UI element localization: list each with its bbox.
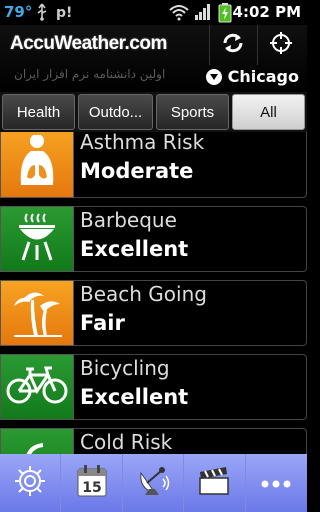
- grill-icon: [15, 212, 59, 266]
- tab-outdoor[interactable]: Outdo...: [78, 94, 153, 130]
- locate-button[interactable]: [257, 25, 304, 65]
- temperature-indicator: 79°: [4, 3, 33, 21]
- video-button[interactable]: [184, 454, 246, 512]
- cold-icon: [17, 439, 57, 454]
- calendar-icon: 15: [76, 464, 108, 502]
- list-item-cold-risk[interactable]: Cold Risk: [0, 424, 307, 454]
- crosshair-icon: [269, 31, 293, 59]
- status-bar: 79° p! 4:02 PM: [0, 0, 307, 25]
- bicycle-icon: [6, 365, 68, 409]
- list-item-asthma-risk[interactable]: Asthma Risk Moderate: [0, 132, 307, 202]
- more-button[interactable]: [246, 454, 307, 512]
- calendar-day: 15: [82, 480, 101, 496]
- bottom-toolbar: 15: [0, 454, 307, 512]
- settings-button[interactable]: [0, 454, 62, 512]
- watermark-text: اولین دانشنامه نرم افزار ایران: [14, 67, 166, 81]
- index-name: Beach Going: [80, 282, 207, 306]
- city-selector[interactable]: Chicago: [205, 67, 299, 86]
- lungs-icon: [13, 134, 61, 191]
- index-icon-box: [0, 132, 74, 198]
- tab-health[interactable]: Health: [2, 94, 75, 130]
- refresh-icon: [221, 31, 245, 59]
- radar-button[interactable]: [123, 454, 185, 512]
- tab-all[interactable]: All: [232, 94, 305, 130]
- index-list: Asthma Risk Moderate Barbeque Excellent: [0, 132, 307, 454]
- city-name: Chicago: [227, 67, 299, 86]
- refresh-button[interactable]: [209, 25, 256, 65]
- debug-icon: p!: [56, 3, 74, 25]
- settings-icon: [13, 464, 47, 502]
- usb-icon: [36, 3, 48, 25]
- index-value: Fair: [80, 311, 125, 335]
- app-header: AccuWeather.com اولین دانشنامه نرم افزار…: [0, 25, 307, 92]
- forecast-button[interactable]: 15: [61, 454, 123, 512]
- radar-icon: [135, 463, 171, 503]
- index-name: Bicycling: [80, 356, 170, 380]
- signal-icon: [194, 3, 212, 25]
- index-value: Excellent: [80, 237, 189, 261]
- tab-sports[interactable]: Sports: [156, 94, 229, 130]
- list-item-bicycling[interactable]: Bicycling Excellent: [0, 350, 307, 424]
- index-name: Cold Risk: [80, 430, 173, 454]
- brand-logo: AccuWeather.com: [10, 33, 167, 54]
- index-icon-box: [0, 354, 74, 420]
- wifi-icon: [168, 3, 190, 25]
- list-item-beach-going[interactable]: Beach Going Fair: [0, 276, 307, 350]
- index-icon-box: [0, 206, 74, 272]
- index-value: Moderate: [80, 159, 194, 183]
- video-icon: [198, 466, 230, 500]
- chevron-down-icon: [205, 68, 222, 85]
- list-item-barbeque[interactable]: Barbeque Excellent: [0, 202, 307, 276]
- clock: 4:02 PM: [232, 3, 301, 21]
- more-icon: [260, 474, 292, 493]
- index-name: Barbeque: [80, 208, 177, 232]
- battery-icon: [218, 3, 232, 27]
- index-icon-box: [0, 280, 74, 346]
- svg-text:p!: p!: [56, 5, 72, 21]
- index-value: Excellent: [80, 385, 189, 409]
- index-icon-box: [0, 428, 74, 454]
- index-name: Asthma Risk: [80, 132, 205, 154]
- category-tabs: Health Outdo... Sports All: [0, 92, 307, 132]
- palm-tree-icon: [10, 284, 64, 342]
